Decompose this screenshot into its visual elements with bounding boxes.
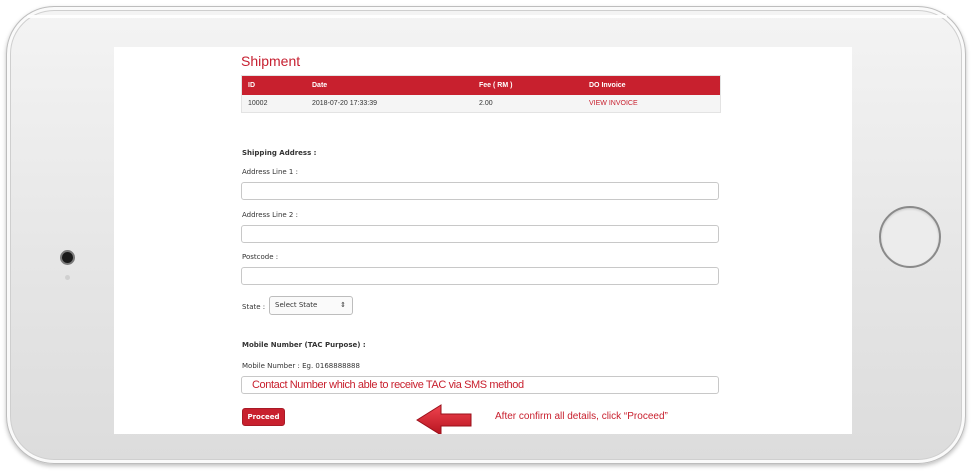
shipping-address-heading: Shipping Address :: [242, 149, 317, 157]
postcode-label: Postcode :: [242, 253, 279, 261]
col-invoice: DO Invoice: [589, 82, 626, 89]
col-id: ID: [248, 82, 255, 89]
shipment-table: ID Date Fee ( RM ) DO Invoice 10002 2018…: [241, 75, 721, 113]
address2-field[interactable]: [241, 225, 719, 243]
proceed-callout: After confirm all details, click “Procee…: [495, 411, 668, 422]
mobile-number-field[interactable]: Contact Number which able to receive TAC…: [241, 376, 719, 394]
home-button[interactable]: [879, 206, 941, 268]
sensor-dot: [65, 275, 70, 280]
cell-invoice: VIEW INVOICE: [589, 100, 720, 107]
phone-screen: Shipment ID Date Fee ( RM ) DO Invoice 1…: [114, 47, 852, 434]
postcode-field[interactable]: [241, 267, 719, 285]
camera-icon: [60, 250, 75, 265]
state-label: State :: [242, 303, 266, 311]
proceed-button[interactable]: Proceed: [242, 408, 285, 426]
updown-caret-icon: ⇕: [340, 301, 346, 309]
state-select-value: Select State: [275, 301, 318, 309]
address1-field[interactable]: [241, 182, 719, 200]
state-select[interactable]: Select State ⇕: [269, 296, 353, 315]
mobile-heading: Mobile Number (TAC Purpose) :: [242, 341, 366, 349]
cell-fee: 2.00: [479, 100, 493, 107]
col-date: Date: [312, 82, 328, 89]
mobile-annotation: Contact Number which able to receive TAC…: [252, 379, 524, 391]
table-header: ID Date Fee ( RM ) DO Invoice: [242, 76, 720, 95]
address2-label: Address Line 2 :: [242, 211, 298, 219]
table-row: 10002 2018-07-20 17:33:39 2.00 VIEW INVO…: [242, 95, 720, 112]
shipment-title: Shipment: [241, 53, 301, 69]
shipment-content: Shipment ID Date Fee ( RM ) DO Invoice 1…: [241, 47, 721, 434]
cell-date: 2018-07-20 17:33:39: [312, 100, 377, 107]
address1-label: Address Line 1 :: [242, 168, 298, 176]
left-arrow-icon: [416, 404, 472, 434]
phone-shine: [27, 15, 947, 18]
mobile-label: Mobile Number : Eg. 0168888888: [242, 362, 360, 370]
view-invoice-link[interactable]: VIEW INVOICE: [589, 100, 638, 107]
cell-id: 10002: [248, 100, 268, 107]
col-fee: Fee ( RM ): [479, 82, 513, 89]
